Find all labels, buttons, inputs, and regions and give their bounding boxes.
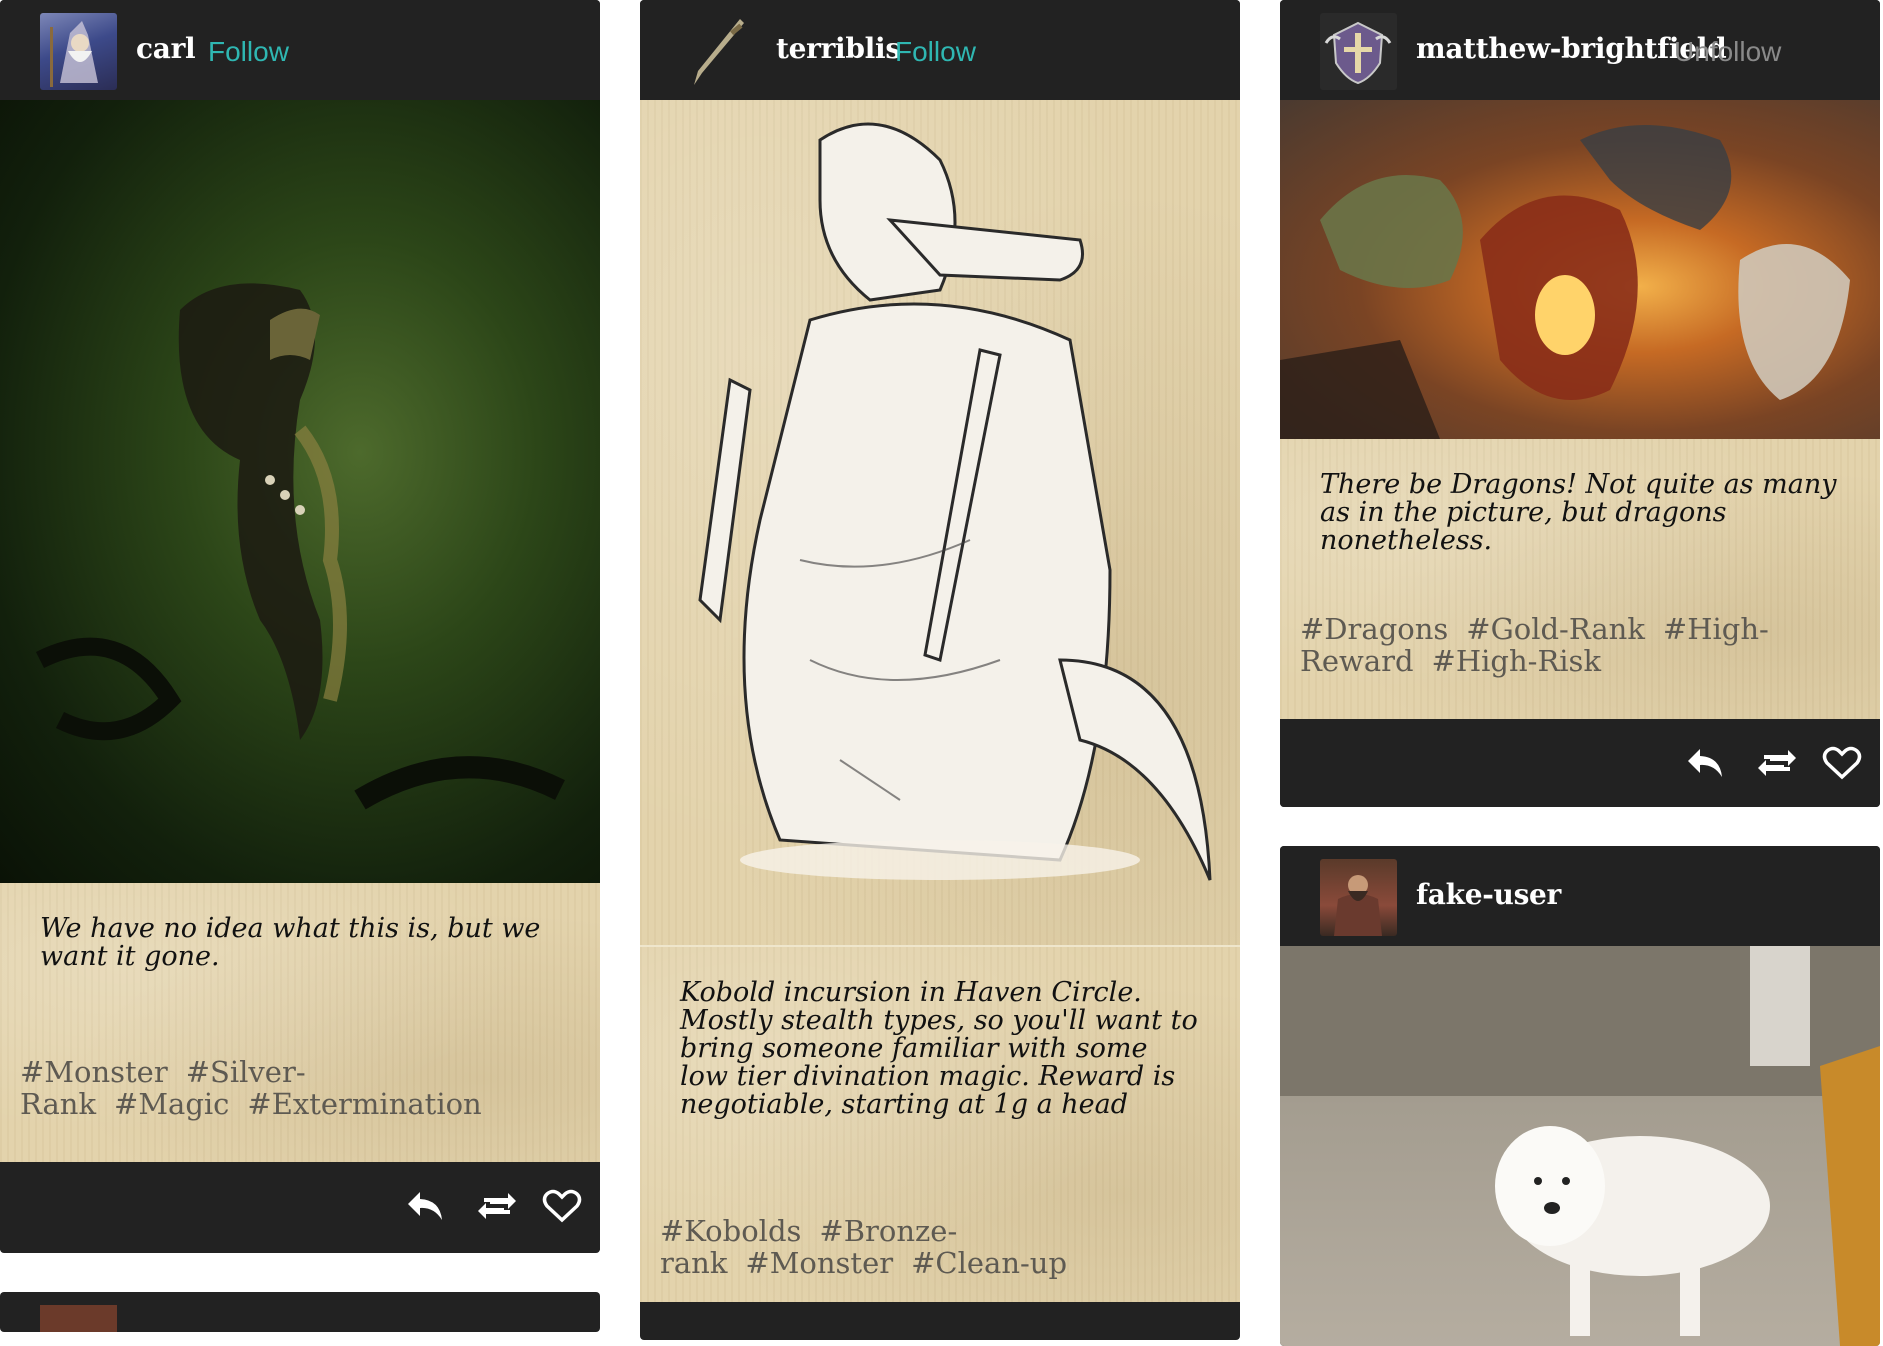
tag[interactable]: #Monster bbox=[20, 1055, 168, 1089]
post-image bbox=[640, 100, 1240, 947]
post-card-next bbox=[0, 1292, 600, 1332]
post-tags: #Monster #Silver-Rank #Magic #Extermination bbox=[20, 1056, 580, 1120]
post-body: We have no idea what this is, but we wan… bbox=[0, 883, 600, 1162]
follow-button[interactable]: Follow bbox=[208, 36, 289, 68]
post-card-fake-user: fake-user bbox=[1280, 846, 1880, 1346]
username[interactable]: fake-user bbox=[1416, 878, 1561, 911]
reblog-icon[interactable] bbox=[1756, 743, 1798, 783]
tag[interactable]: #High-Risk bbox=[1432, 644, 1601, 678]
post-header: carl Follow bbox=[0, 0, 600, 100]
post-card-matthew-brightfield: matthew-brightfield Unfollow There be Dr… bbox=[1280, 0, 1880, 807]
heart-icon[interactable] bbox=[541, 1186, 583, 1226]
post-tags: #Dragons #Gold-Rank #High-Reward #High-Risk bbox=[1300, 613, 1860, 677]
post-caption: We have no idea what this is, but we wan… bbox=[40, 913, 541, 972]
tag[interactable]: #Kobolds bbox=[660, 1214, 801, 1248]
post-card-carl: carl Follow We have no idea what this is… bbox=[0, 0, 600, 1253]
avatar[interactable] bbox=[1320, 13, 1397, 90]
post-caption: There be Dragons! Not quite as many as i… bbox=[1320, 469, 1837, 556]
tag[interactable]: #Magic bbox=[114, 1087, 229, 1121]
tag[interactable]: #Gold-Rank bbox=[1466, 612, 1645, 646]
post-header: matthew-brightfield Unfollow bbox=[1280, 0, 1880, 100]
post-header: fake-user bbox=[1280, 846, 1880, 946]
unfollow-button[interactable]: Unfollow bbox=[1674, 36, 1781, 68]
heart-icon[interactable] bbox=[1821, 743, 1863, 783]
avatar[interactable] bbox=[40, 1305, 117, 1332]
reblog-icon[interactable] bbox=[476, 1186, 518, 1226]
avatar[interactable] bbox=[680, 13, 757, 90]
avatar[interactable] bbox=[1320, 859, 1397, 936]
post-header: terriblis Follow bbox=[640, 0, 1240, 100]
username[interactable]: terriblis bbox=[776, 32, 901, 65]
follow-button[interactable]: Follow bbox=[895, 36, 976, 68]
tag[interactable]: #Clean-up bbox=[911, 1246, 1067, 1280]
tag[interactable]: #Extermination bbox=[247, 1087, 481, 1121]
post-image bbox=[0, 100, 600, 883]
post-actions bbox=[0, 1162, 600, 1250]
post-tags: #Kobolds #Bronze-rank #Monster #Clean-up bbox=[660, 1215, 1220, 1279]
post-card-terriblis: terriblis Follow Kobold incursion in Hav… bbox=[640, 0, 1240, 1340]
post-image bbox=[1280, 946, 1880, 1346]
reply-icon[interactable] bbox=[404, 1186, 446, 1226]
post-body: Kobold incursion in Haven Circle. Mostly… bbox=[640, 947, 1240, 1302]
tag[interactable]: #Monster bbox=[745, 1246, 893, 1280]
post-body: There be Dragons! Not quite as many as i… bbox=[1280, 439, 1880, 719]
post-actions bbox=[1280, 719, 1880, 807]
reply-icon[interactable] bbox=[1684, 743, 1726, 783]
avatar[interactable] bbox=[40, 13, 117, 90]
post-image bbox=[1280, 100, 1880, 439]
post-caption: Kobold incursion in Haven Circle. Mostly… bbox=[680, 977, 1198, 1120]
username[interactable]: carl bbox=[136, 32, 196, 65]
tag[interactable]: #Dragons bbox=[1300, 612, 1448, 646]
